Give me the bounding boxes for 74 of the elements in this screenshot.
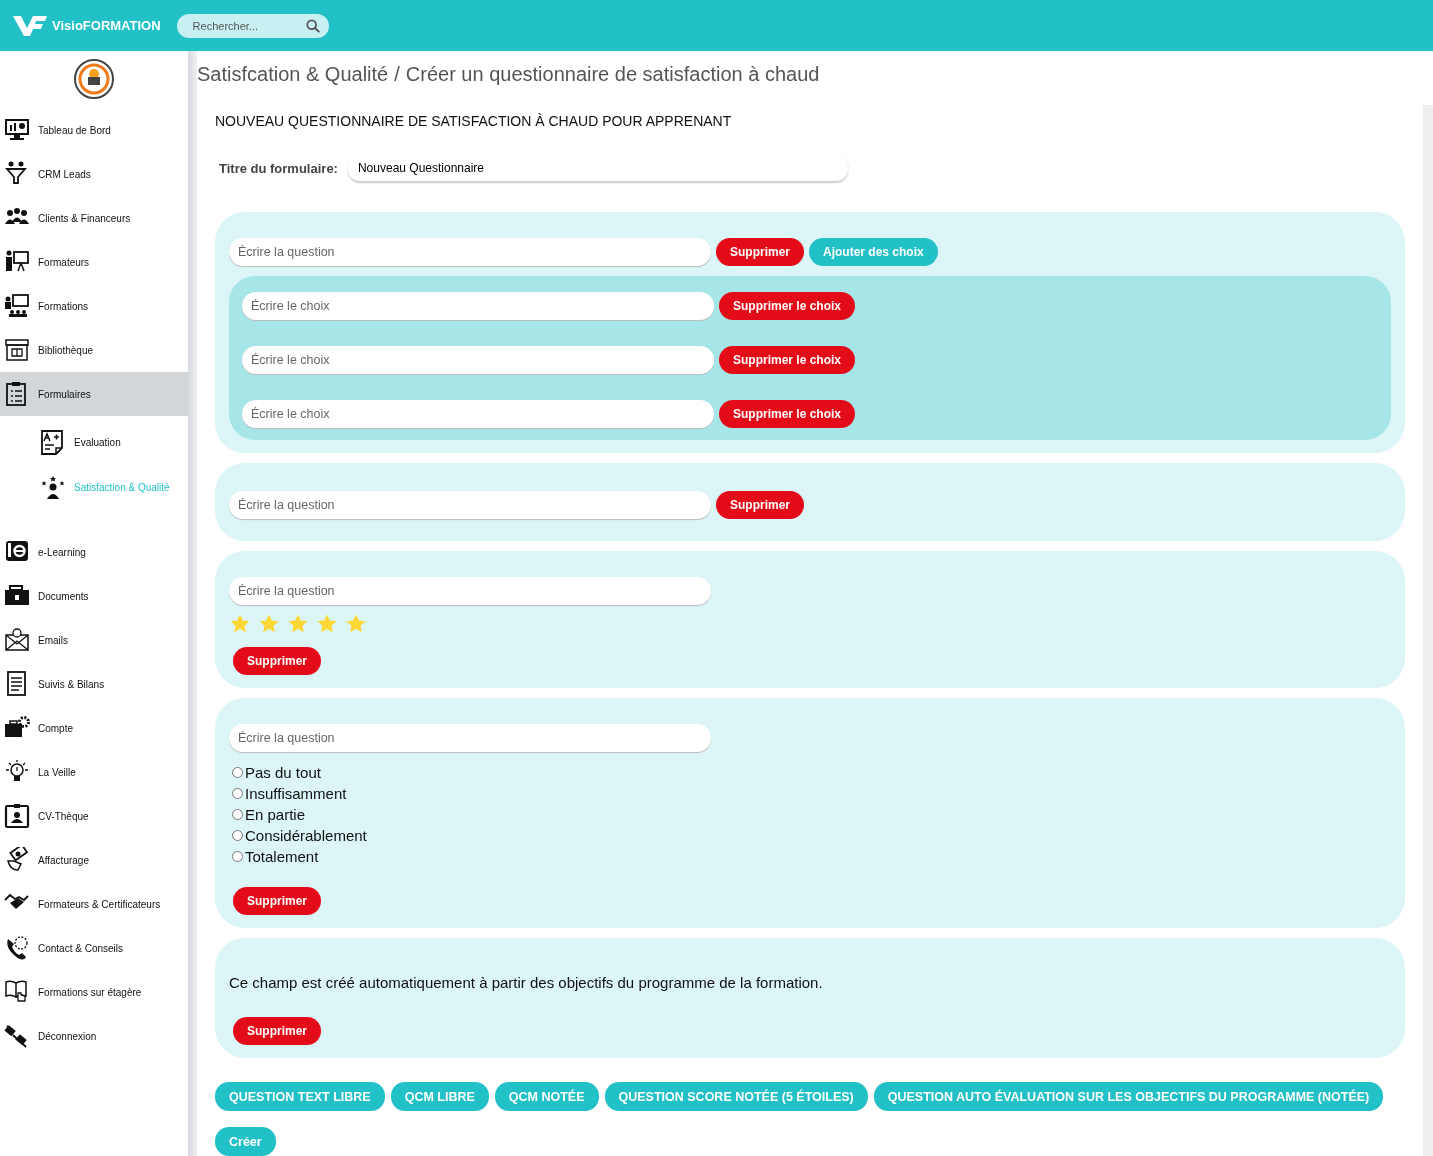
library-icon <box>4 337 30 363</box>
choice-input-field[interactable]: Écrire le choix <box>242 400 714 428</box>
sidebar-item[interactable]: CRM Leads <box>0 152 188 196</box>
question-input-field[interactable]: Écrire la question <box>229 577 711 605</box>
sidebar-item[interactable]: Contact & Conseils <box>0 926 188 970</box>
sidebar-item[interactable]: Evaluation <box>0 420 188 465</box>
delete-choice-button[interactable]: Supprimer le choix <box>719 400 856 428</box>
id-badge-icon <box>4 803 30 829</box>
info-text: Ce champ est créé automatiquement à partir des objectifs du programme de la formation. <box>229 974 823 991</box>
radio-button[interactable] <box>232 830 243 841</box>
breadcrumb-link[interactable]: Satisfcation & Qualité <box>197 62 389 86</box>
breadcrumb-separator: / <box>394 62 400 86</box>
grade-sheet-icon <box>40 429 66 456</box>
search-field[interactable]: Rechercher... <box>176 13 329 38</box>
sidebar-item[interactable]: Formulaires <box>0 372 188 416</box>
question-input-field[interactable]: Écrire la question <box>229 724 711 752</box>
delete-choice-button[interactable]: Supprimer le choix <box>719 346 856 374</box>
question-input-field[interactable]: Écrire la question <box>229 238 711 266</box>
sidebar-item[interactable]: Bibliothèque <box>0 328 188 372</box>
search-icon <box>305 18 320 33</box>
delete-button[interactable]: Supprimer <box>233 1017 321 1045</box>
form-heading: NOUVEAU QUESTIONNAIRE DE SATISFACTION À CHAUD POUR APPRENANT <box>215 113 733 129</box>
radio-button[interactable] <box>232 767 243 778</box>
title-input-field[interactable]: Nouveau Questionnaire <box>347 155 848 182</box>
delete-button[interactable]: Supprimer <box>233 887 321 915</box>
sidebar-item[interactable]: Formations <box>0 284 188 328</box>
logo-icon <box>12 13 48 38</box>
star-icon <box>258 613 280 635</box>
choice-input-field[interactable]: Écrire le choix <box>242 292 714 320</box>
star-rating[interactable] <box>229 613 367 635</box>
brand-name: VisioFORMATION <box>52 18 161 33</box>
radio-button[interactable] <box>232 788 243 799</box>
book-hand-icon <box>4 979 30 1005</box>
question-input-field[interactable]: Écrire la question <box>229 491 711 519</box>
option-label: En partie <box>245 806 306 823</box>
sidebar-item[interactable]: Compte <box>0 706 188 750</box>
delete-choice-button[interactable]: Supprimer le choix <box>719 292 856 320</box>
sidebar-item[interactable]: Suivis & Bilans <box>0 662 188 706</box>
classroom-icon <box>4 293 30 319</box>
sidebar-item[interactable]: e-Learning <box>0 530 188 574</box>
sidebar-item[interactable]: Affacturage <box>0 838 188 882</box>
delete-button[interactable]: Supprimer <box>716 491 804 519</box>
funnel-icon <box>4 161 30 187</box>
hand-money-icon <box>4 847 30 873</box>
option-label: Insuffisamment <box>245 785 347 802</box>
sidebar-item[interactable]: Formateurs & Certificateurs <box>0 882 188 926</box>
envelope-icon <box>4 627 30 653</box>
delete-button[interactable]: Supprimer <box>716 238 804 266</box>
sidebar-item[interactable]: Emails <box>0 618 188 662</box>
option-label: Considérablement <box>245 827 367 844</box>
page-title: Créer un questionnaire de satisfaction à chaud <box>405 62 820 86</box>
star-icon <box>316 613 338 635</box>
choice-input-field[interactable]: Écrire le choix <box>242 346 714 374</box>
sidebar-item[interactable]: Formateurs <box>0 240 188 284</box>
radio-button[interactable] <box>232 851 243 862</box>
sidebar-item[interactable]: Documents <box>0 574 188 618</box>
field-label: Titre du formulaire: <box>219 161 338 176</box>
radio-button[interactable] <box>232 809 243 820</box>
sidebar-item[interactable]: Formations sur étagère <box>0 970 188 1014</box>
school-logo-icon <box>74 58 114 99</box>
sidebar-item[interactable]: Tableau de Bord <box>0 108 188 152</box>
option-label: Pas du tout <box>245 764 321 781</box>
star-icon <box>287 613 309 635</box>
sidebar-item[interactable]: Déconnexion <box>0 1014 188 1058</box>
sidebar-item[interactable]: Clients & Financeurs <box>0 196 188 240</box>
sidebar-item[interactable]: La Veille <box>0 750 188 794</box>
person-stars-icon <box>40 474 66 501</box>
delete-button[interactable]: Supprimer <box>233 647 321 675</box>
sidebar-item[interactable]: CV-Thèque <box>0 794 188 838</box>
phone-icon <box>4 935 30 961</box>
monitor-icon <box>4 117 30 143</box>
star-icon <box>345 613 367 635</box>
star-icon <box>229 613 251 635</box>
option-label: Totalement <box>245 848 319 865</box>
